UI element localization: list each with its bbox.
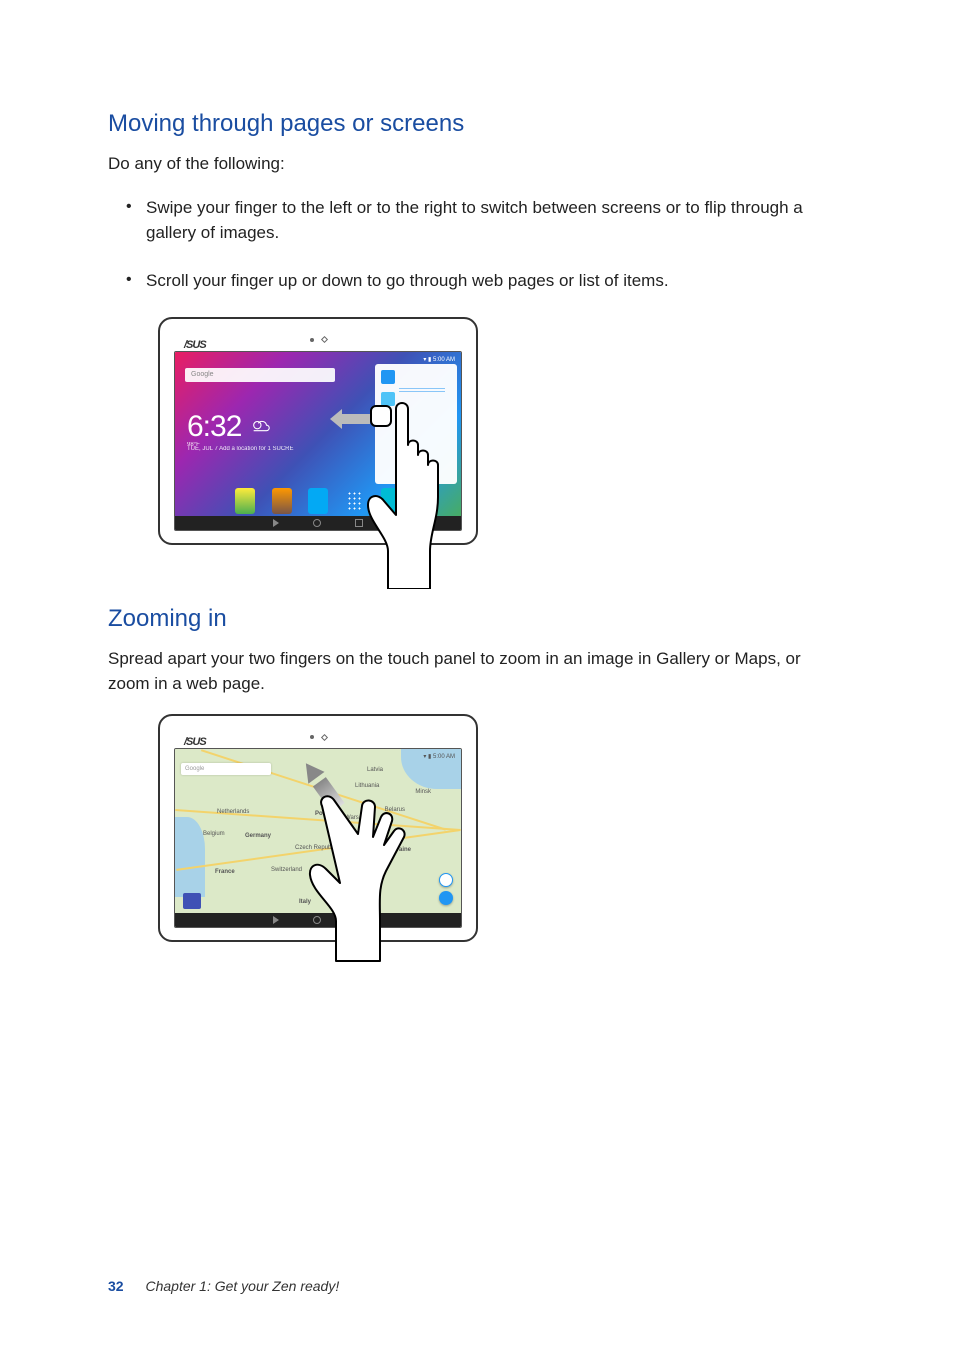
heading-zooming-in: Zooming in [108, 605, 846, 633]
tablet-screen-home: ▾ ▮ 5:00 AM Google 6:32 98°F TUE, JUL 7 … [174, 351, 462, 531]
status-bar: ▾ ▮ 5:00 AM [423, 753, 455, 760]
recent-icon [355, 519, 363, 527]
bullet-scroll: Scroll your finger up or down to go thro… [126, 268, 846, 294]
panel-chip [398, 462, 434, 476]
bullet-list-moving: Swipe your finger to the left or to the … [108, 195, 846, 294]
bullet-swipe: Swipe your finger to the left or to the … [126, 195, 846, 246]
camera-icon: Camera [381, 488, 401, 514]
map-label: Belgium [203, 831, 225, 837]
panel-icon [381, 370, 395, 384]
home-icon [313, 916, 321, 924]
status-bar: ▾ ▮ 5:00 AM [423, 356, 455, 363]
asus-logo: /SUS [184, 736, 206, 748]
recent-icon [355, 916, 363, 924]
clock-time: 6:32 [187, 410, 241, 444]
manual-page: Moving through pages or screens Do any o… [0, 0, 954, 1350]
figure-swipe-gesture: /SUS ▾ ▮ 5:00 AM Google 6:32 98°F TUE, J… [158, 317, 846, 545]
map-label: Netherlands [217, 809, 249, 815]
map-label: Warsaw [345, 815, 366, 821]
map-label: Switzerland [271, 867, 302, 873]
map-directions-icon [439, 873, 453, 887]
map-label: Belarus [385, 807, 405, 813]
map-label: Latvia [367, 767, 383, 773]
tablet-screen-map: ▾ ▮ 5:00 AM Google Latvia Lithuania Mins… [174, 748, 462, 928]
figure-pinch-zoom-gesture: /SUS ▾ ▮ 5:00 AM Google Latvia Lithuania… [158, 714, 846, 942]
apps-grid-icon [344, 488, 364, 514]
map-layers-icon [183, 893, 201, 909]
tablet-frame: /SUS ▾ ▮ 5:00 AM Google 6:32 98°F TUE, J… [158, 317, 478, 545]
panel-icon [381, 392, 395, 406]
home-icon [313, 519, 321, 527]
map-label: Germany [245, 833, 271, 839]
clock-widget: 6:32 98°F TUE, JUL 7 Add a location for … [187, 410, 294, 452]
back-icon [273, 519, 279, 527]
tablet-sensors [174, 728, 462, 742]
map-label: France [215, 869, 235, 875]
back-icon [273, 916, 279, 924]
google-search-bar: Google [185, 368, 335, 382]
dock-app-icon [272, 488, 292, 514]
quick-settings-panel [375, 364, 457, 484]
map-locate-icon [439, 891, 453, 905]
map-label: Ukraine [389, 847, 411, 853]
page-number: 32 [108, 1278, 124, 1294]
map-label: Lithuania [355, 783, 379, 789]
map-label: Italy [299, 899, 311, 905]
clock-sub: TUE, JUL 7 Add a location for 1 SUCRE [187, 446, 294, 452]
map-label: Czech Republic [295, 845, 337, 851]
android-nav-bar [175, 516, 461, 530]
map-label: Minsk [415, 789, 431, 795]
heading-moving-through: Moving through pages or screens [108, 110, 846, 138]
weather-icon [250, 416, 272, 438]
dock-app-icon [235, 488, 255, 514]
app-dock: Browser Camera [175, 488, 461, 514]
map-search-bar: Google [181, 763, 271, 775]
android-nav-bar [175, 913, 461, 927]
tablet-sensors [174, 331, 462, 345]
chapter-title: Chapter 1: Get your Zen ready! [145, 1278, 339, 1294]
tablet-frame: /SUS ▾ ▮ 5:00 AM Google Latvia Lithuania… [158, 714, 478, 942]
browser-icon: Browser [308, 488, 328, 514]
map-label: Poland [315, 811, 335, 817]
intro-zooming: Spread apart your two fingers on the tou… [108, 647, 846, 696]
page-footer: 32 Chapter 1: Get your Zen ready! [108, 1278, 339, 1294]
asus-logo: /SUS [184, 339, 206, 351]
intro-moving: Do any of the following: [108, 152, 846, 177]
